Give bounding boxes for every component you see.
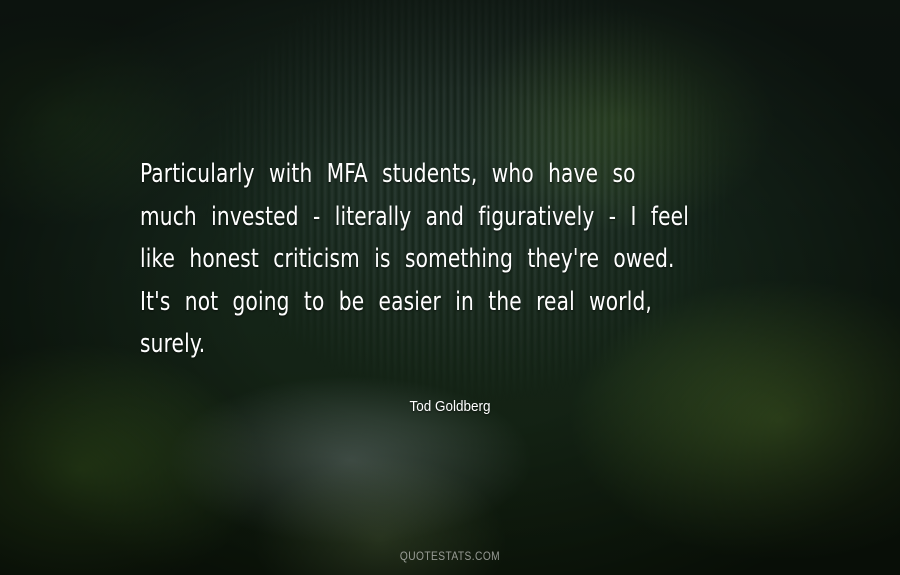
quote-line: It's not going to be easier in the real … <box>140 286 652 317</box>
site-watermark: QUOTESTATS.COM <box>399 549 501 563</box>
quote-text: Particularly with MFA students, who have… <box>140 153 690 366</box>
quote-author: Tod Goldberg <box>409 398 491 415</box>
quote-line: much invested - literally and figurative… <box>140 201 689 232</box>
quote-line: like honest criticism is something they'… <box>140 244 675 274</box>
quote-card: Particularly with MFA students, who have… <box>0 0 900 575</box>
quote-line: surely. <box>140 329 206 359</box>
quote-line: Particularly with MFA students, who have… <box>140 159 636 189</box>
